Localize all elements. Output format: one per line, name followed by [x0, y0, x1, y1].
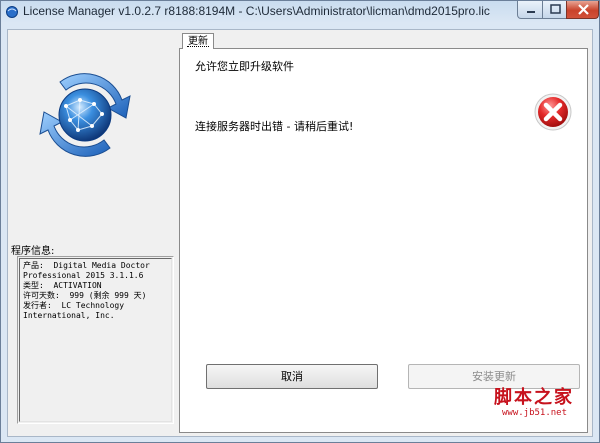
minimize-icon	[527, 11, 535, 13]
tab-focus-indicator	[187, 46, 209, 47]
maximize-button[interactable]	[542, 1, 567, 19]
cancel-button[interactable]: 取消	[206, 364, 378, 389]
watermark-text: 脚本之家	[494, 387, 574, 408]
site-watermark: 脚本之家 www.jb51.net	[494, 379, 598, 429]
program-info-inner: 产品: Digital Media Doctor Professional 20…	[19, 258, 172, 422]
program-info-text: 产品: Digital Media Doctor Professional 20…	[23, 261, 150, 320]
error-x-icon	[534, 93, 572, 131]
close-button[interactable]	[566, 1, 599, 19]
close-icon	[578, 4, 589, 15]
app-icon	[6, 6, 18, 18]
update-panel: 允许您立即升级软件 连接服务器时出错 - 请稍后重试! 取消 安装更新	[179, 48, 588, 433]
globe-refresh-logo	[39, 73, 131, 157]
upgrade-message: 允许您立即升级软件	[195, 60, 294, 73]
error-message: 连接服务器时出错 - 请稍后重试!	[195, 120, 354, 133]
license-manager-window: License Manager v1.0.2.7 r8188:8194M - C…	[0, 0, 600, 443]
tab-update[interactable]: 更新	[182, 33, 214, 49]
client-area: 程序信息: 产品: Digital Media Doctor Professio…	[7, 29, 593, 437]
title-bar[interactable]: License Manager v1.0.2.7 r8188:8194M - C…	[1, 1, 599, 23]
window-title: License Manager v1.0.2.7 r8188:8194M - C…	[23, 4, 490, 18]
minimize-button[interactable]	[517, 1, 543, 19]
program-info-label: 程序信息:	[11, 246, 55, 257]
program-info-box[interactable]: 产品: Digital Media Doctor Professional 20…	[17, 256, 174, 424]
watermark-url: www.jb51.net	[502, 408, 568, 418]
maximize-icon	[550, 4, 561, 14]
